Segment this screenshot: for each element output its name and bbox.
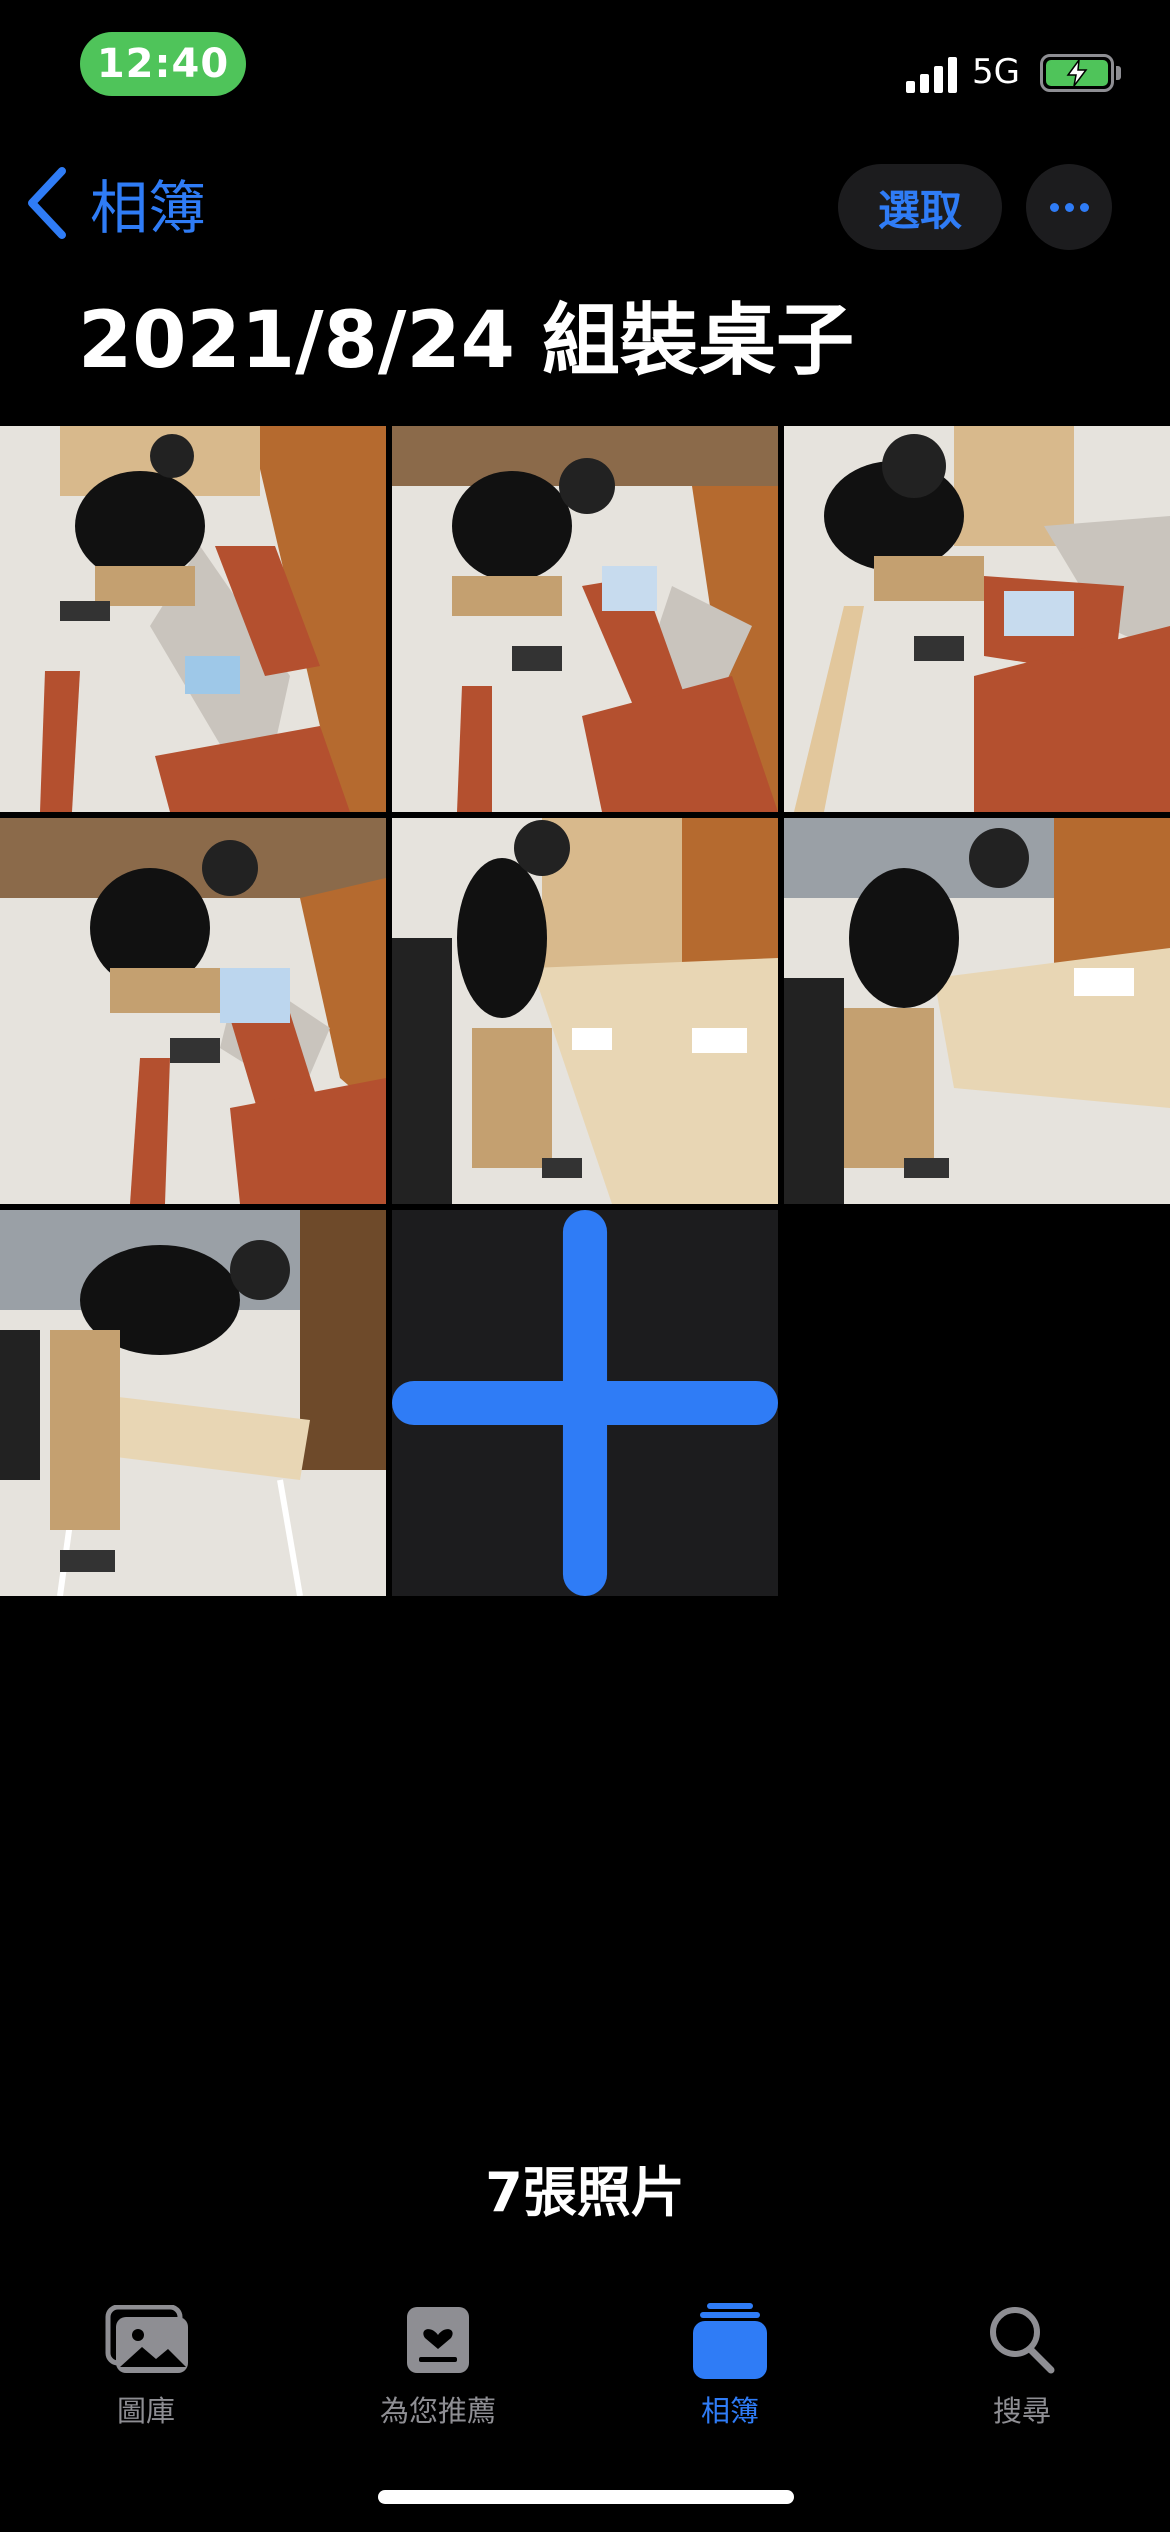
photo-thumbnail[interactable] <box>392 426 778 812</box>
battery-charging-icon <box>1040 54 1114 92</box>
home-indicator[interactable] <box>378 2490 794 2504</box>
status-bar: 12:40 5G <box>0 0 1170 130</box>
tab-label: 搜尋 <box>992 2394 1051 2428</box>
chevron-left-icon <box>28 167 66 239</box>
photo-thumbnail[interactable] <box>392 818 778 1204</box>
ellipsis-dot <box>1079 202 1089 212</box>
tab-library[interactable]: 圖庫 <box>0 2300 292 2430</box>
network-type: 5G <box>972 52 1020 92</box>
tab-search[interactable]: 搜尋 <box>876 2300 1168 2430</box>
album-title: 2021/8/24 組裝桌子 <box>78 296 855 386</box>
battery-nub <box>1116 66 1121 80</box>
tab-label: 相簿 <box>700 2394 759 2428</box>
tab-label: 圖庫 <box>116 2394 175 2428</box>
tab-label: 為您推薦 <box>379 2394 496 2428</box>
photo-thumbnail[interactable] <box>784 818 1170 1204</box>
ellipsis-icon <box>1049 202 1059 212</box>
photo-thumbnail[interactable] <box>0 426 386 812</box>
for-you-icon <box>407 2307 469 2373</box>
ellipsis-dot <box>1064 202 1074 212</box>
search-icon <box>990 2307 1055 2374</box>
back-label: 相簿 <box>90 174 207 242</box>
plus-icon <box>392 1210 778 1596</box>
photo-thumbnail[interactable] <box>784 426 1170 812</box>
tab-for-you[interactable]: 為您推薦 <box>292 2300 584 2430</box>
cellular-signal-icon <box>906 57 960 93</box>
photo-thumbnail[interactable] <box>0 818 386 1204</box>
more-options-button[interactable] <box>1026 164 1112 250</box>
add-photo-button[interactable] <box>392 1210 778 1596</box>
photo-thumbnail[interactable] <box>0 1210 386 1596</box>
tab-albums[interactable]: 相簿 <box>584 2300 876 2430</box>
photo-count: 7張照片 <box>485 2161 685 2224</box>
back-button[interactable]: 相簿 <box>24 160 206 246</box>
select-button[interactable]: 選取 <box>838 164 1002 250</box>
status-time: 12:40 <box>80 32 246 96</box>
photo-library-icon <box>105 2305 188 2373</box>
albums-icon <box>693 2303 767 2379</box>
